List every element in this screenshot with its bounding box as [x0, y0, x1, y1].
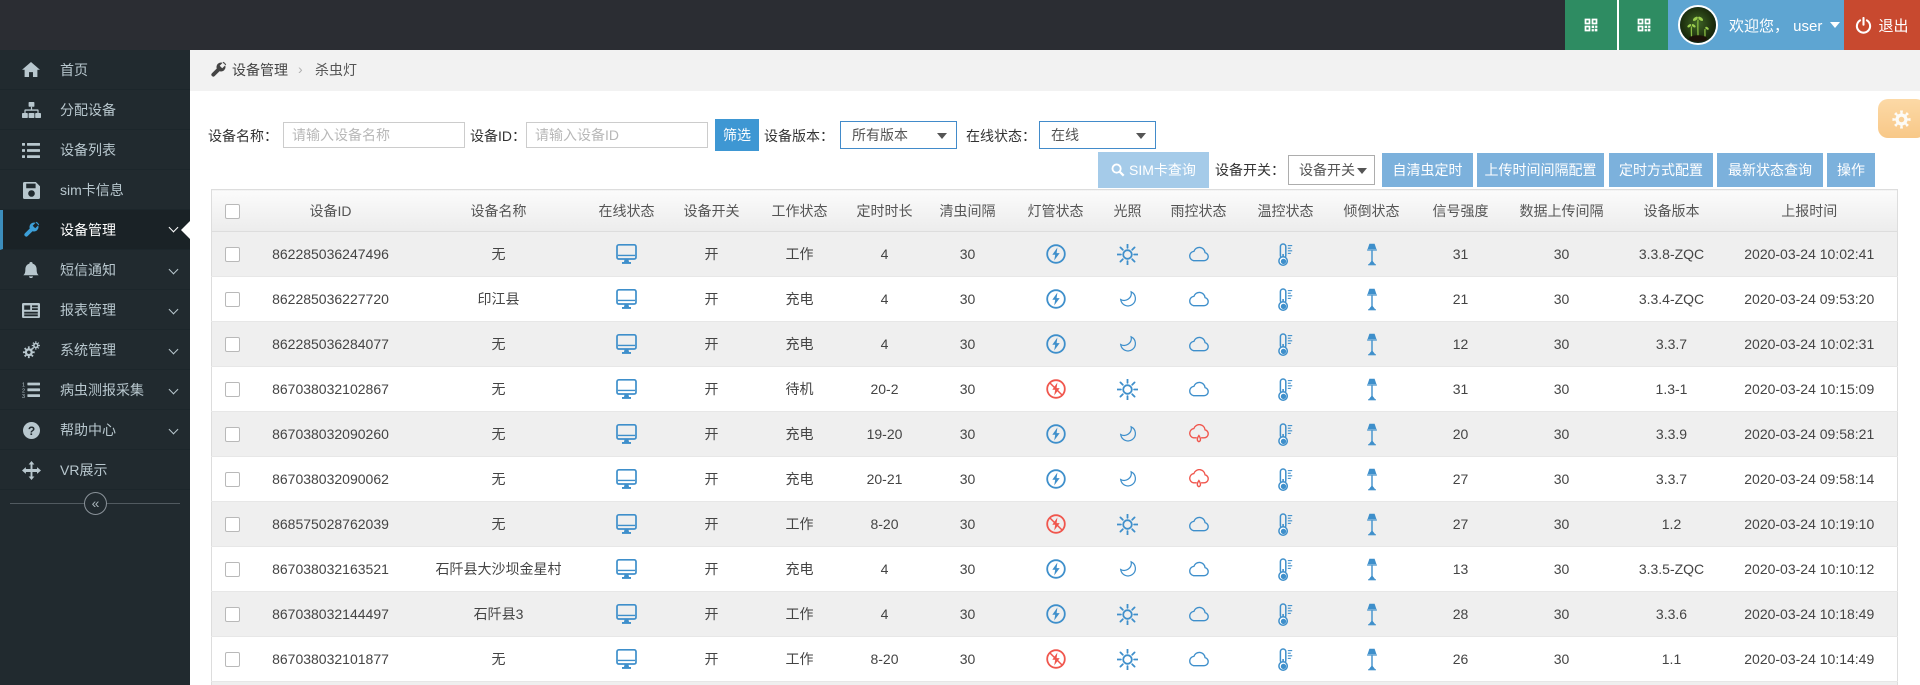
- svg-text:?: ?: [27, 424, 34, 438]
- svg-text:3: 3: [22, 394, 25, 398]
